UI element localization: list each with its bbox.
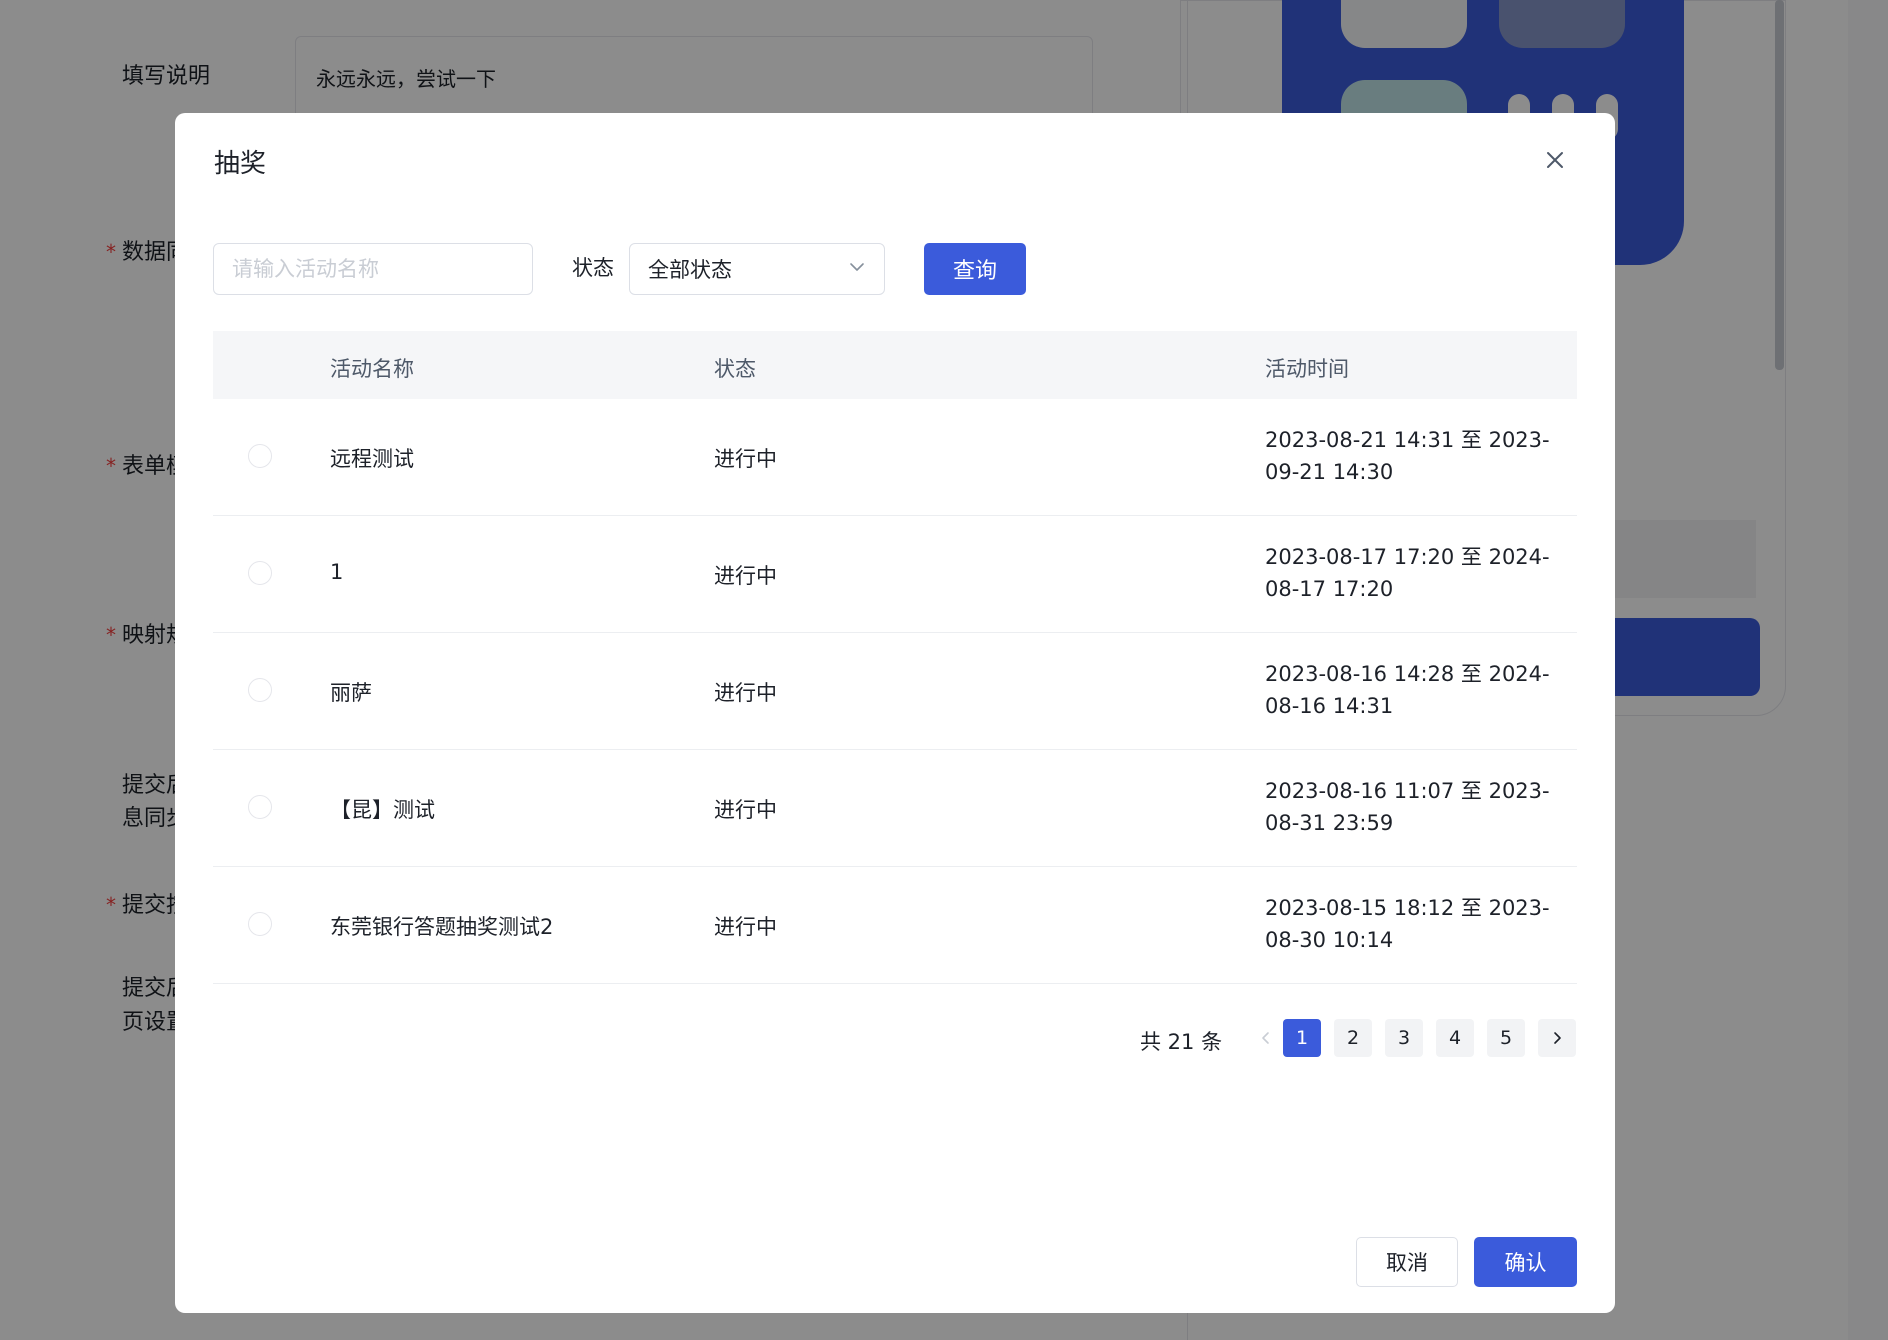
status-filter-label: 状态: [572, 256, 614, 280]
table-row[interactable]: 东莞银行答题抽奖测试2 进行中 2023-08-15 18:12 至 2023-…: [213, 867, 1577, 984]
row-activity-name: 东莞银行答题抽奖测试2: [330, 915, 554, 939]
lottery-modal: 抽奖 状态 全部状态 查询 活动名称 状态 活动时间 远程测试 进行中 2023…: [175, 113, 1615, 1313]
page-button-2[interactable]: 2: [1334, 1019, 1372, 1057]
row-status: 进行中: [714, 915, 777, 939]
page-button-5[interactable]: 5: [1487, 1019, 1525, 1057]
row-radio[interactable]: [248, 912, 272, 936]
pagination: 共 21 条 1 2 3 4 5: [175, 1019, 1577, 1059]
row-status: 进行中: [714, 798, 777, 822]
next-page-icon[interactable]: [1538, 1019, 1576, 1057]
row-radio[interactable]: [248, 678, 272, 702]
row-activity-time: 2023-08-21 14:31 至 2023-09-21 14:30: [1265, 428, 1550, 484]
query-button[interactable]: 查询: [924, 243, 1026, 295]
table-row[interactable]: 丽萨 进行中 2023-08-16 14:28 至 2024-08-16 14:…: [213, 633, 1577, 750]
page-button-3[interactable]: 3: [1385, 1019, 1423, 1057]
row-radio[interactable]: [248, 444, 272, 468]
activity-table: 活动名称 状态 活动时间 远程测试 进行中 2023-08-21 14:31 至…: [213, 331, 1577, 984]
page-button-1[interactable]: 1: [1283, 1019, 1321, 1057]
row-status: 进行中: [714, 681, 777, 705]
column-header-time: 活动时间: [1265, 357, 1349, 381]
status-select[interactable]: 全部状态: [629, 243, 885, 295]
table-row[interactable]: 远程测试 进行中 2023-08-21 14:31 至 2023-09-21 1…: [213, 399, 1577, 516]
prev-page-icon[interactable]: [1247, 1019, 1285, 1057]
row-activity-time: 2023-08-17 17:20 至 2024-08-17 17:20: [1265, 545, 1550, 601]
row-activity-name: 1: [330, 560, 344, 584]
chevron-down-icon: [848, 257, 866, 281]
table-row[interactable]: 1 进行中 2023-08-17 17:20 至 2024-08-17 17:2…: [213, 516, 1577, 633]
column-header-name: 活动名称: [330, 357, 414, 381]
row-activity-time: 2023-08-16 14:28 至 2024-08-16 14:31: [1265, 662, 1550, 718]
row-activity-name: 【昆】测试: [330, 798, 435, 822]
status-select-value: 全部状态: [648, 258, 732, 282]
page-button-4[interactable]: 4: [1436, 1019, 1474, 1057]
close-icon[interactable]: [1540, 145, 1570, 175]
table-row[interactable]: 【昆】测试 进行中 2023-08-16 11:07 至 2023-08-31 …: [213, 750, 1577, 867]
row-status: 进行中: [714, 447, 777, 471]
cancel-button[interactable]: 取消: [1356, 1237, 1458, 1287]
pagination-total: 共 21 条: [1140, 1030, 1223, 1054]
row-activity-name: 远程测试: [330, 447, 414, 471]
row-radio[interactable]: [248, 561, 272, 585]
row-activity-time: 2023-08-15 18:12 至 2023-08-30 10:14: [1265, 896, 1550, 952]
row-activity-time: 2023-08-16 11:07 至 2023-08-31 23:59: [1265, 779, 1550, 835]
modal-title: 抽奖: [214, 149, 267, 179]
table-header: 活动名称 状态 活动时间: [213, 331, 1577, 399]
row-status: 进行中: [714, 564, 777, 588]
activity-name-input[interactable]: [213, 243, 533, 295]
row-activity-name: 丽萨: [330, 681, 372, 705]
confirm-button[interactable]: 确认: [1474, 1237, 1577, 1287]
row-radio[interactable]: [248, 795, 272, 819]
column-header-status: 状态: [714, 357, 756, 381]
